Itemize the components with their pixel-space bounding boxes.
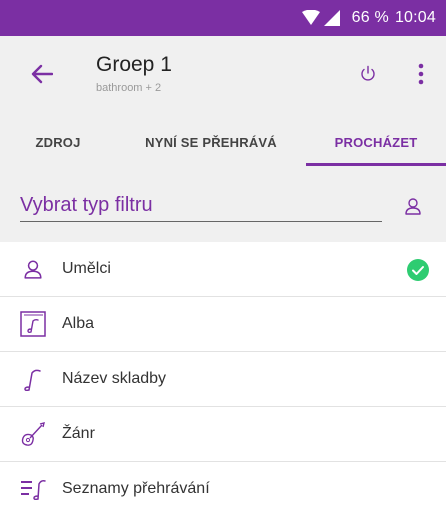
list-item-label: Alba bbox=[62, 315, 95, 332]
tab-now-playing[interactable]: NYNÍ SE PŘEHRÁVÁ bbox=[116, 118, 306, 166]
battery-percent: 66 % bbox=[351, 9, 389, 26]
list-item-albums[interactable]: Alba bbox=[0, 297, 446, 352]
list-item-genre[interactable]: Žánr bbox=[0, 407, 446, 462]
tab-source[interactable]: ZDROJ bbox=[0, 118, 116, 166]
person-icon bbox=[18, 255, 48, 283]
status-bar: 66 % 10:04 bbox=[0, 0, 446, 36]
group-title: Groep 1 bbox=[96, 53, 172, 76]
wifi-icon bbox=[301, 10, 320, 26]
more-vert-icon bbox=[418, 63, 424, 90]
list-item-label: Seznamy přehrávání bbox=[62, 480, 210, 497]
filter-type-list: Umělci Alba Název skladby Žánr Seznamy p… bbox=[0, 242, 446, 510]
app-bar: Groep 1 bathroom + 2 bbox=[0, 36, 446, 118]
guitar-icon bbox=[18, 420, 48, 448]
list-item-label: Umělci bbox=[62, 260, 111, 277]
arrow-back-icon bbox=[31, 64, 54, 89]
list-item-label: Žánr bbox=[62, 425, 95, 442]
playlist-icon bbox=[18, 475, 48, 503]
more-options-button[interactable] bbox=[406, 58, 436, 94]
back-button[interactable] bbox=[24, 58, 60, 94]
filter-person-button[interactable] bbox=[398, 194, 428, 222]
music-note-icon bbox=[18, 365, 48, 393]
list-item-track-name[interactable]: Název skladby bbox=[0, 352, 446, 407]
power-icon bbox=[359, 65, 377, 88]
list-item-playlists[interactable]: Seznamy přehrávání bbox=[0, 462, 446, 510]
signal-icon bbox=[323, 10, 340, 26]
clock: 10:04 bbox=[394, 9, 436, 26]
album-icon bbox=[18, 310, 48, 338]
check-circle-icon bbox=[406, 258, 430, 282]
tab-browse[interactable]: PROCHÁZET bbox=[306, 118, 446, 166]
status-icons bbox=[301, 10, 340, 26]
power-button[interactable] bbox=[350, 58, 386, 94]
person-icon bbox=[404, 197, 422, 220]
tab-bar: ZDROJ NYNÍ SE PŘEHRÁVÁ PROCHÁZET bbox=[0, 118, 446, 166]
filter-type-field[interactable]: Vybrat typ filtru bbox=[20, 194, 382, 222]
filter-area: Vybrat typ filtru bbox=[0, 166, 446, 242]
group-subtitle: bathroom + 2 bbox=[96, 82, 162, 94]
list-item-artists[interactable]: Umělci bbox=[0, 242, 446, 297]
list-item-label: Název skladby bbox=[62, 370, 167, 387]
